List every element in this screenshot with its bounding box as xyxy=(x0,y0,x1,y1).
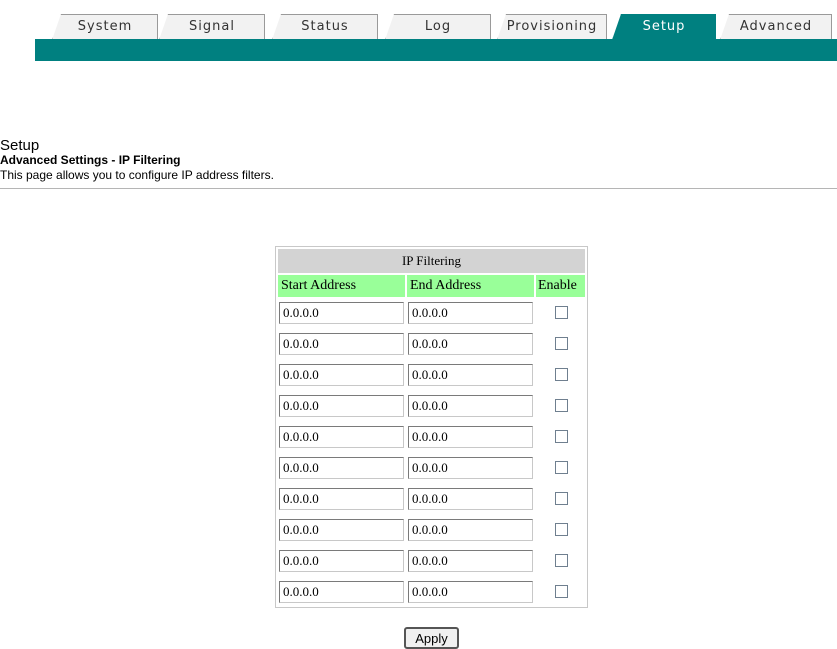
start-address-input[interactable] xyxy=(279,580,404,603)
tab-log[interactable]: Log xyxy=(385,14,491,40)
start-address-input[interactable] xyxy=(279,487,404,510)
top-nav-tabs: System Signal Status Log Provisioning Se… xyxy=(52,14,837,40)
tab-setup[interactable]: Setup xyxy=(612,14,716,40)
start-address-input[interactable] xyxy=(279,549,404,572)
start-address-input[interactable] xyxy=(279,301,404,324)
enable-checkbox[interactable] xyxy=(554,368,568,381)
enable-cell xyxy=(537,399,585,412)
end-address-input[interactable] xyxy=(408,487,533,510)
end-address-input[interactable] xyxy=(408,301,533,324)
end-address-input[interactable] xyxy=(408,549,533,572)
table-row xyxy=(278,576,585,607)
table-row xyxy=(278,421,585,452)
tab-status[interactable]: Status xyxy=(272,14,378,40)
start-address-input[interactable] xyxy=(279,332,404,355)
end-address-input[interactable] xyxy=(408,394,533,417)
enable-cell xyxy=(537,337,585,350)
enable-cell xyxy=(537,368,585,381)
ip-filtering-table: IP Filtering Start Address End Address E… xyxy=(275,246,588,608)
enable-cell xyxy=(537,461,585,474)
end-address-input[interactable] xyxy=(408,425,533,448)
tab-provisioning[interactable]: Provisioning xyxy=(497,14,607,40)
page-description: This page allows you to configure IP add… xyxy=(0,168,274,182)
enable-checkbox[interactable] xyxy=(554,306,568,319)
table-row xyxy=(278,328,585,359)
end-address-input[interactable] xyxy=(408,456,533,479)
start-address-input[interactable] xyxy=(279,518,404,541)
start-address-input[interactable] xyxy=(279,425,404,448)
table-header-row: Start Address End Address Enable xyxy=(278,275,585,297)
end-address-input[interactable] xyxy=(408,580,533,603)
start-address-input[interactable] xyxy=(279,394,404,417)
enable-cell xyxy=(537,306,585,319)
column-header-end-address: End Address xyxy=(407,275,534,297)
enable-checkbox[interactable] xyxy=(554,523,568,536)
start-address-input[interactable] xyxy=(279,456,404,479)
enable-checkbox[interactable] xyxy=(554,399,568,412)
column-header-enable: Enable xyxy=(536,275,585,297)
enable-checkbox[interactable] xyxy=(554,554,568,567)
enable-cell xyxy=(537,492,585,505)
table-row xyxy=(278,514,585,545)
tab-advanced[interactable]: Advanced xyxy=(720,14,832,40)
end-address-input[interactable] xyxy=(408,332,533,355)
end-address-input[interactable] xyxy=(408,518,533,541)
enable-cell xyxy=(537,523,585,536)
enable-checkbox[interactable] xyxy=(554,585,568,598)
column-header-start-address: Start Address xyxy=(278,275,405,297)
enable-checkbox[interactable] xyxy=(554,337,568,350)
tab-system[interactable]: System xyxy=(52,14,158,40)
table-row xyxy=(278,359,585,390)
enable-cell xyxy=(537,430,585,443)
page-title: Setup xyxy=(0,137,40,154)
table-row xyxy=(278,452,585,483)
enable-checkbox[interactable] xyxy=(554,492,568,505)
end-address-input[interactable] xyxy=(408,363,533,386)
tab-signal[interactable]: Signal xyxy=(159,14,265,40)
enable-cell xyxy=(537,585,585,598)
enable-checkbox[interactable] xyxy=(554,461,568,474)
start-address-input[interactable] xyxy=(279,363,404,386)
table-row xyxy=(278,390,585,421)
table-row xyxy=(278,545,585,576)
table-row xyxy=(278,297,585,328)
table-row xyxy=(278,483,585,514)
enable-cell xyxy=(537,554,585,567)
table-caption: IP Filtering xyxy=(278,249,585,273)
page-subtitle: Advanced Settings - IP Filtering xyxy=(0,153,181,167)
nav-accent-bar xyxy=(35,39,837,61)
header-divider xyxy=(0,188,837,189)
apply-button[interactable]: Apply xyxy=(404,627,459,649)
enable-checkbox[interactable] xyxy=(554,430,568,443)
